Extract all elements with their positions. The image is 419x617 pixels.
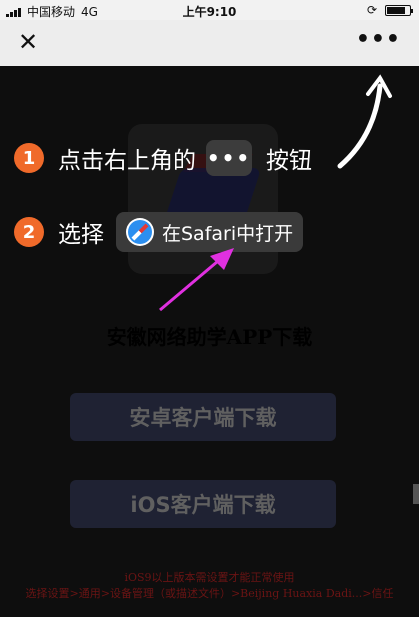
guide-step-1: 1 点击右上角的 ••• 按钮 [14, 140, 312, 176]
webview-nav-bar: ✕ ••• [0, 20, 419, 66]
curved-arrow-icon [337, 74, 392, 169]
step-2-text: 选择 [58, 222, 104, 248]
more-button-chip: ••• [206, 140, 252, 176]
page-title: 安徽网络助学APP下载 [106, 325, 313, 349]
battery-icon [385, 4, 413, 16]
page-content: 1 点击右上角的 ••• 按钮 2 选择 在Safari中打开 安徽网络助学AP… [0, 66, 419, 617]
orientation-lock-icon: ⟳ [366, 3, 377, 17]
ios-download-button[interactable]: iOS客户端下载 [70, 480, 336, 528]
ios-note-line-2: 选择设置>通用>设备管理（或描述文件）>Beijing Huaxia Dadi.… [25, 587, 394, 600]
more-icon[interactable]: ••• [356, 29, 401, 51]
open-in-safari-label: 在Safari中打开 [162, 222, 294, 245]
status-bar: 中国移动 4G 上午9:10 ⟳ [0, 0, 419, 20]
safari-compass-icon [126, 218, 154, 246]
close-icon[interactable]: ✕ [18, 30, 38, 54]
side-edge-marker [413, 484, 419, 504]
step-2-badge: 2 [14, 217, 44, 247]
step-1-text: 点击右上角的 [58, 148, 196, 174]
step-1-suffix: 按钮 [266, 148, 312, 174]
status-time: 上午9:10 [182, 5, 237, 19]
ios-note-line-1: iOS9以上版本需设置才能正常使用 [124, 571, 295, 584]
pointer-arrow-icon [159, 248, 234, 312]
step-1-badge: 1 [14, 143, 44, 173]
android-download-button[interactable]: 安卓客户端下载 [70, 393, 336, 441]
battery-fill [387, 6, 405, 14]
status-right: ⟳ [366, 3, 413, 17]
